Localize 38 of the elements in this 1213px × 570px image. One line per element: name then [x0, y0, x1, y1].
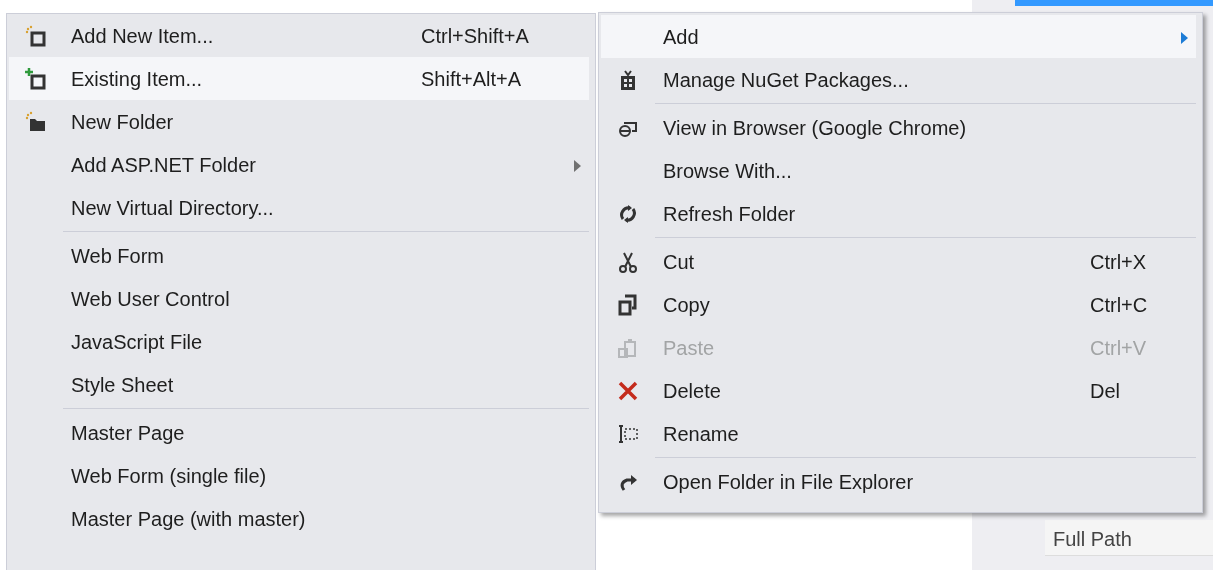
menu-item[interactable]: Style Sheet	[9, 363, 589, 406]
shortcut-text: Ctrl+Shift+A	[421, 23, 529, 49]
menu-item[interactable]: Add	[601, 15, 1196, 58]
existing-item-icon	[25, 67, 47, 90]
new-item-icon	[25, 24, 47, 47]
refresh-icon	[617, 202, 639, 225]
shortcut-text: Ctrl+X	[1090, 249, 1147, 275]
menu-item[interactable]: Web Form	[9, 234, 589, 277]
menu-item[interactable]: Web User Control	[9, 277, 589, 320]
menu-item[interactable]: Browse With...	[601, 149, 1196, 192]
shortcut-text: Del	[1090, 378, 1120, 404]
menu-item[interactable]: JavaScript File	[9, 320, 589, 363]
menu-item[interactable]: Delete Del	[601, 369, 1196, 412]
menu-item[interactable]: Master Page (with master)	[9, 497, 589, 540]
shortcut-text: Ctrl+C	[1090, 292, 1148, 318]
menu-item[interactable]: New Virtual Directory...	[9, 186, 589, 229]
menu-item[interactable]: New Folder	[9, 100, 589, 143]
new-folder-icon	[25, 110, 47, 133]
delete-icon	[617, 379, 639, 402]
menu-item[interactable]: Refresh Folder	[601, 192, 1196, 235]
menu-item[interactable]: Rename	[601, 412, 1196, 455]
menu-item[interactable]: Master Page	[9, 411, 589, 454]
scissors-icon	[617, 250, 639, 273]
menu-item[interactable]: View in Browser (Google Chrome)	[601, 106, 1196, 149]
copy-icon	[617, 293, 639, 316]
menu-item[interactable]: Cut Ctrl+X	[601, 240, 1196, 283]
shortcut-text: Ctrl+V	[1090, 335, 1147, 361]
shortcut-text: Shift+Alt+A	[421, 66, 522, 92]
menu-item[interactable]: Existing Item... Shift+Alt+A	[9, 57, 589, 100]
menu-item[interactable]: Web Form (single file)	[9, 454, 589, 497]
rename-icon	[617, 422, 639, 445]
menu-item[interactable]: Manage NuGet Packages...	[601, 58, 1196, 101]
property-name: Full Path	[1045, 520, 1213, 556]
menu-item[interactable]: Copy Ctrl+C	[601, 283, 1196, 326]
menu-item[interactable]: Add New Item... Ctrl+Shift+A	[9, 14, 589, 57]
menu-item[interactable]: Add ASP.NET Folder	[9, 143, 589, 186]
paste-icon	[617, 336, 639, 359]
menu-item[interactable]: Open Folder in File Explorer	[601, 460, 1196, 503]
